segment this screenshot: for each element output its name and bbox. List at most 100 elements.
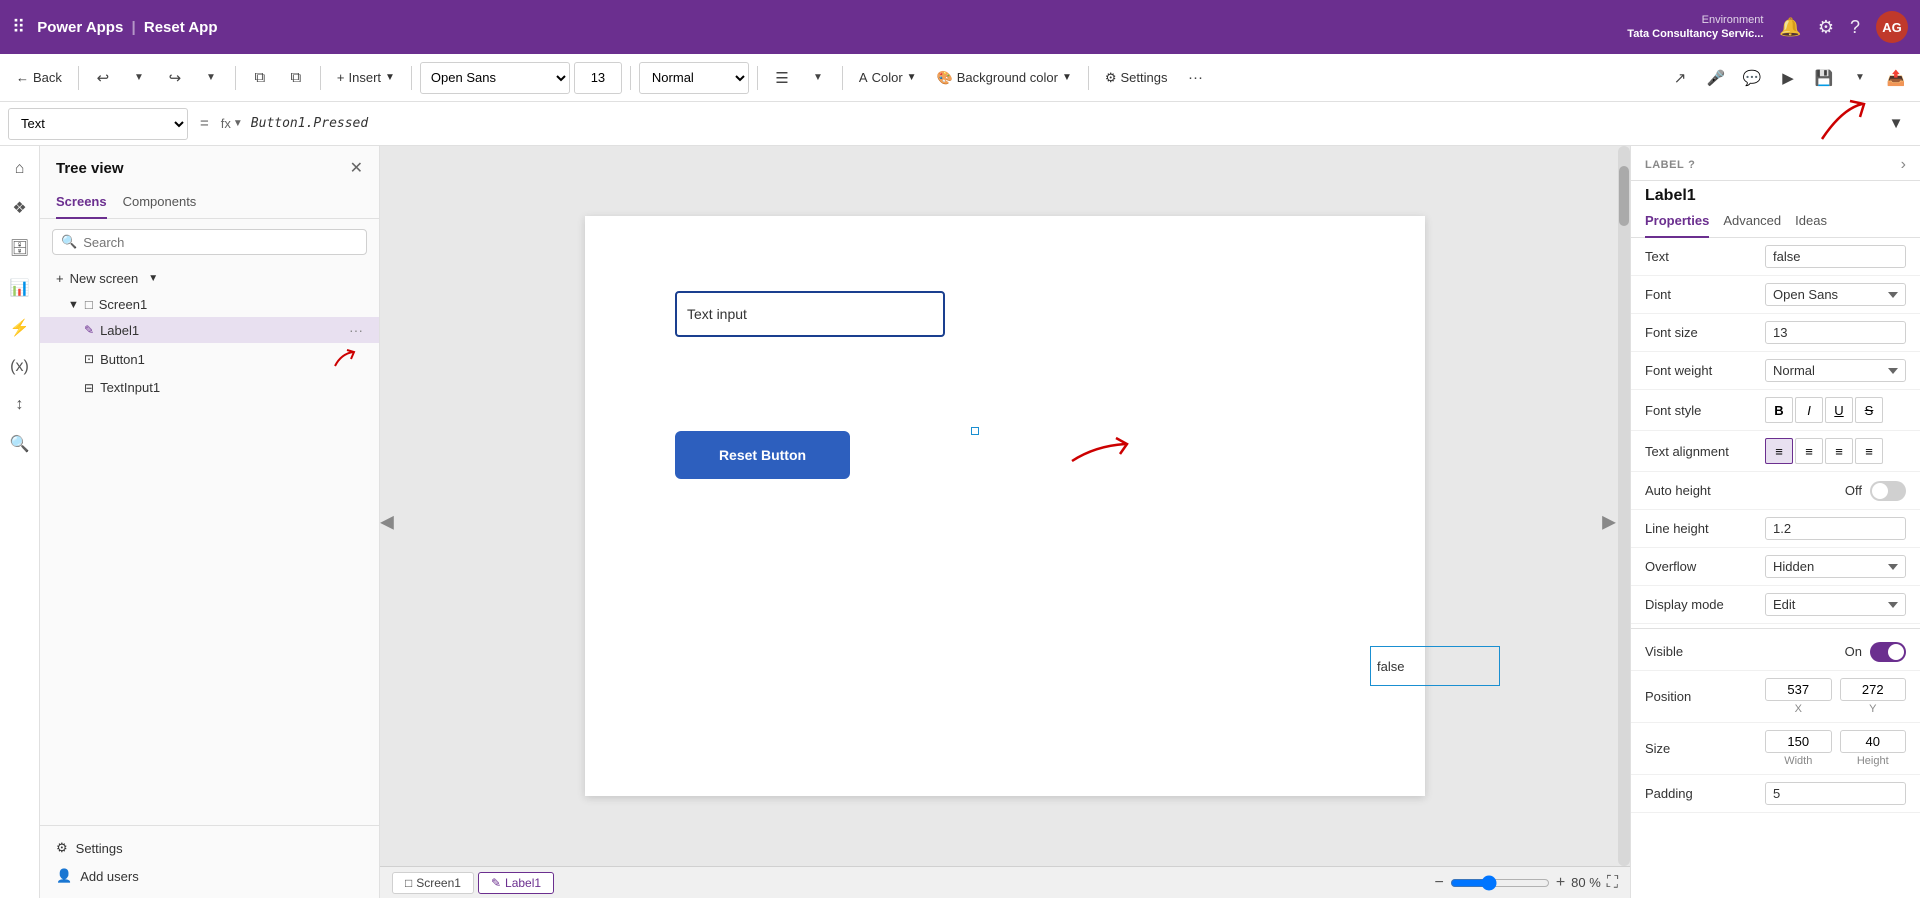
strikethrough-button[interactable]: S <box>1855 397 1883 423</box>
underline-button[interactable]: U <box>1825 397 1853 423</box>
text-input-control[interactable]: Text input <box>675 291 945 337</box>
undo-dropdown-button[interactable]: ▼ <box>123 62 155 94</box>
right-panel-help-icon[interactable]: ? <box>1688 159 1695 171</box>
align-center-button[interactable]: ≡ <box>1795 438 1823 464</box>
align-justify-button[interactable]: ≡ <box>1855 438 1883 464</box>
align-right-button[interactable]: ≡ <box>1825 438 1853 464</box>
comment-button[interactable]: 💬 <box>1736 62 1768 94</box>
search-nav-icon[interactable]: 🔍 <box>4 428 36 460</box>
bell-icon[interactable]: 🔔 <box>1779 17 1801 38</box>
align-left-button[interactable]: ≡ <box>1765 438 1793 464</box>
position-y-input[interactable] <box>1840 678 1907 701</box>
avatar[interactable]: AG <box>1876 11 1908 43</box>
tree-settings-item[interactable]: ⚙ Settings <box>40 834 379 862</box>
tree-item-screen1[interactable]: ▼ □ Screen1 <box>40 292 379 317</box>
tree-add-users-item[interactable]: 👤 Add users <box>40 862 379 890</box>
save-dropdown-button[interactable]: ▼ <box>1844 62 1876 94</box>
tree-item-label1[interactable]: ✎ Label1 ··· <box>40 317 379 343</box>
canvas-scrollbar-v[interactable] <box>1618 146 1630 866</box>
tree-search-bar[interactable]: 🔍 <box>52 229 367 255</box>
bold-button[interactable]: B <box>1765 397 1793 423</box>
redo-button[interactable]: ↪ <box>159 62 191 94</box>
visible-toggle[interactable] <box>1870 642 1906 662</box>
font-size-prop-input[interactable] <box>1765 321 1906 344</box>
font-weight-selector[interactable]: Normal <box>639 62 749 94</box>
zoom-out-button[interactable]: − <box>1434 874 1443 892</box>
undo-button[interactable]: ↩ <box>87 62 119 94</box>
size-width-input[interactable] <box>1765 730 1832 753</box>
align-icon-button[interactable]: ☰ <box>766 62 798 94</box>
font-weight-prop-select[interactable]: Normal <box>1765 359 1906 382</box>
font-selector[interactable]: Open Sans <box>420 62 570 94</box>
line-height-prop-input[interactable] <box>1765 517 1906 540</box>
property-selector[interactable]: Text <box>8 108 188 140</box>
settings-button[interactable]: ⚙ Settings <box>1097 61 1176 95</box>
share-button[interactable]: ↗ <box>1664 62 1696 94</box>
right-tab-ideas[interactable]: Ideas <box>1795 205 1827 238</box>
prop-padding: Padding <box>1631 775 1920 813</box>
overflow-prop-select[interactable]: Hidden <box>1765 555 1906 578</box>
zoom-in-button[interactable]: + <box>1556 874 1565 892</box>
font-prop-select[interactable]: Open Sans <box>1765 283 1906 306</box>
new-screen-button[interactable]: + New screen ▼ <box>40 265 379 292</box>
prop-display-mode: Display mode Edit <box>1631 586 1920 624</box>
auto-height-toggle[interactable] <box>1870 481 1906 501</box>
tree-tab-screens[interactable]: Screens <box>56 186 107 219</box>
help-icon[interactable]: ? <box>1850 17 1860 38</box>
home-icon[interactable]: ⌂ <box>9 154 31 184</box>
connections-icon[interactable]: ⚡ <box>4 312 36 344</box>
reset-button-control[interactable]: Reset Button <box>675 431 850 479</box>
bg-color-dropdown-icon: ▼ <box>1062 72 1072 83</box>
paste-button[interactable]: ⧉ <box>280 62 312 94</box>
canvas-scroll-right[interactable]: ▶ <box>1602 512 1616 533</box>
publish-button[interactable]: 📤 <box>1880 62 1912 94</box>
back-button[interactable]: ← Back <box>8 61 70 95</box>
right-tab-advanced[interactable]: Advanced <box>1723 205 1781 238</box>
formula-bar-expand-button[interactable]: ▼ <box>1880 108 1912 140</box>
variables-icon[interactable]: (x) <box>4 352 35 382</box>
display-mode-prop-select[interactable]: Edit <box>1765 593 1906 616</box>
tree-tab-components[interactable]: Components <box>123 186 197 219</box>
tree-item-button1[interactable]: ⊡ Button1 <box>40 343 379 375</box>
right-panel-collapse-button[interactable]: › <box>1901 156 1906 174</box>
data-icon[interactable]: 🗄 <box>3 232 35 264</box>
copy-button[interactable]: ⧉ <box>244 62 276 94</box>
italic-button[interactable]: I <box>1795 397 1823 423</box>
play-button[interactable]: ▶ <box>1772 62 1804 94</box>
font-size-input[interactable] <box>574 62 622 94</box>
padding-prop-input[interactable] <box>1765 782 1906 805</box>
formula-input[interactable] <box>251 116 1800 131</box>
size-height-input[interactable] <box>1840 730 1907 753</box>
mic-button[interactable]: 🎤 <box>1700 62 1732 94</box>
insert-button[interactable]: + Insert ▼ <box>329 61 403 95</box>
label1-label: Label1 <box>100 323 343 338</box>
apps-grid-icon[interactable]: ⠿ <box>12 17 25 38</box>
label1-more-icon[interactable]: ··· <box>349 322 363 338</box>
settings-icon[interactable]: ⚙ <box>1818 17 1834 38</box>
align-dropdown-button[interactable]: ▼ <box>802 62 834 94</box>
canvas-scroll-left[interactable]: ◀ <box>380 512 394 533</box>
flows-icon[interactable]: ↕ <box>10 390 30 420</box>
more-button[interactable]: ··· <box>1179 62 1211 94</box>
canvas-tab-screen1[interactable]: □ Screen1 <box>392 872 474 894</box>
color-button[interactable]: A Color ▼ <box>851 61 925 95</box>
position-x-input[interactable] <box>1765 678 1832 701</box>
tree-item-textinput1[interactable]: ⊟ TextInput1 <box>40 375 379 400</box>
redo-dropdown-button[interactable]: ▼ <box>195 62 227 94</box>
components-icon[interactable]: ❖ <box>6 192 32 224</box>
expand-icon[interactable]: ⛶ <box>1607 874 1618 892</box>
charts-icon[interactable]: 📊 <box>4 272 36 304</box>
tree-close-button[interactable]: ✕ <box>350 158 363 178</box>
fx-label[interactable]: fx ▼ <box>221 116 243 131</box>
save-button[interactable]: 💾 <box>1808 62 1840 94</box>
background-color-button[interactable]: 🎨 Background color ▼ <box>929 61 1080 95</box>
toolbar: ← Back ↩ ▼ ↪ ▼ ⧉ ⧉ + Insert ▼ Open Sans … <box>0 54 1920 102</box>
text-value-input[interactable] <box>1765 245 1906 268</box>
search-input[interactable] <box>83 235 358 250</box>
zoom-slider[interactable] <box>1450 875 1550 891</box>
handle-br[interactable] <box>971 427 979 435</box>
canvas-tab-label1[interactable]: ✎ Label1 <box>478 872 554 894</box>
canvas-inner: Text input Reset Button false <box>380 146 1630 866</box>
top-nav-right: Environment Tata Consultancy Servic... 🔔… <box>1627 11 1908 43</box>
right-tab-properties[interactable]: Properties <box>1645 205 1709 238</box>
